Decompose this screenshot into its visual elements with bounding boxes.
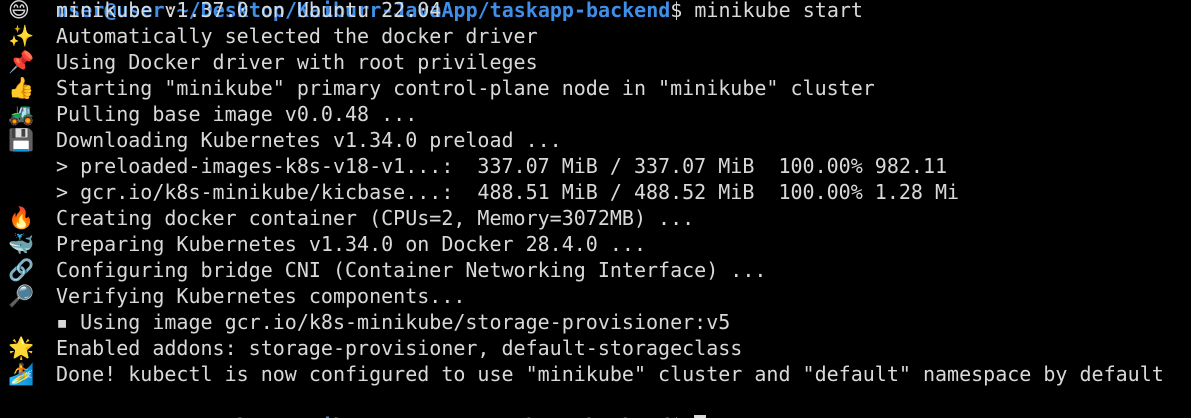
output-line: 😄 minikube v1.37.0 on Ubuntu 22.04 bbox=[8, 0, 441, 23]
output-line-text: minikube v1.37.0 on Ubuntu 22.04 bbox=[56, 0, 442, 22]
output-line: ▪ Using image gcr.io/k8s-minikube/storag… bbox=[8, 309, 730, 335]
output-line: 💾 Downloading Kubernetes v1.34.0 preload … bbox=[8, 127, 562, 153]
output-line-text: Preparing Kubernetes v1.34.0 on Docker 2… bbox=[56, 232, 647, 256]
output-line-text: Verifying Kubernetes components... bbox=[56, 284, 466, 308]
prompt-path: ~/Desktop/Kaiburr-JavaApp/taskapp-backen… bbox=[177, 414, 671, 418]
prompt-symbol: $ bbox=[670, 0, 683, 22]
output-line: 🐳 Preparing Kubernetes v1.34.0 on Docker … bbox=[8, 231, 646, 257]
prompt-user: user@user bbox=[56, 414, 164, 418]
output-line-text: Enabled addons: storage-provisioner, def… bbox=[56, 336, 743, 360]
terminal-window[interactable]: user@user:~/Desktop/Kaiburr-JavaApp/task… bbox=[0, 0, 1191, 418]
output-line: 🚜 Pulling base image v0.0.48 ... bbox=[8, 101, 417, 127]
output-line-text: Starting "minikube" primary control-plan… bbox=[56, 76, 875, 100]
output-line-text: Pulling base image v0.0.48 ... bbox=[56, 102, 418, 126]
output-line-text: > preloaded-images-k8s-v18-v1...: 337.07… bbox=[56, 154, 948, 178]
floppy-disk-icon: 💾 bbox=[8, 128, 35, 152]
output-line: 🏄 Done! kubectl is now configured to use … bbox=[8, 361, 1164, 387]
output-line-text: ▪ Using image gcr.io/k8s-minikube/storag… bbox=[56, 310, 731, 334]
output-line-text: Done! kubectl is now configured to use "… bbox=[56, 362, 1164, 386]
prompt-symbol: $ bbox=[670, 414, 682, 418]
output-line-text: Creating docker container (CPUs=2, Memor… bbox=[56, 206, 695, 230]
output-line-text: Using Docker driver with root privileges bbox=[56, 50, 538, 74]
output-line: 🔗 Configuring bridge CNI (Container Netwo… bbox=[8, 257, 766, 283]
thumbs-up-icon: 👍 bbox=[8, 76, 35, 100]
whale-icon: 🐳 bbox=[8, 232, 35, 256]
active-prompt-line[interactable]: user@user:~/Desktop/Kaiburr-JavaApp/task… bbox=[8, 387, 707, 418]
output-line-text: Downloading Kubernetes v1.34.0 preload .… bbox=[56, 128, 562, 152]
tractor-icon: 🚜 bbox=[8, 102, 35, 126]
output-line-text: Configuring bridge CNI (Container Networ… bbox=[56, 258, 767, 282]
pushpin-icon: 📌 bbox=[8, 50, 35, 74]
output-line: 👍 Starting "minikube" primary control-pla… bbox=[8, 75, 875, 101]
surfer-icon: 🏄 bbox=[8, 362, 35, 386]
output-line: 📌 Using Docker driver with root privilege… bbox=[8, 49, 538, 75]
output-line: 🔎 Verifying Kubernetes components... bbox=[8, 283, 465, 309]
output-line-text: > gcr.io/k8s-minikube/kicbase...: 488.51… bbox=[56, 180, 960, 204]
magnifier-icon: 🔎 bbox=[8, 284, 35, 308]
output-line: 🌟 Enabled addons: storage-provisioner, de… bbox=[8, 335, 742, 361]
sparkles-icon: ✨ bbox=[8, 24, 35, 48]
smile-icon: 😄 bbox=[8, 0, 30, 22]
glowing-star-icon: 🌟 bbox=[8, 336, 35, 360]
fire-icon: 🔥 bbox=[8, 206, 35, 230]
output-line: > gcr.io/k8s-minikube/kicbase...: 488.51… bbox=[8, 179, 959, 205]
output-line: ✨ Automatically selected the docker drive… bbox=[8, 23, 538, 49]
output-line: 🔥 Creating docker container (CPUs=2, Memo… bbox=[8, 205, 694, 231]
output-line-text: Automatically selected the docker driver bbox=[56, 24, 538, 48]
prompt-separator: : bbox=[165, 414, 177, 418]
output-line: > preloaded-images-k8s-v18-v1...: 337.07… bbox=[8, 153, 947, 179]
command-text: minikube start bbox=[682, 0, 863, 22]
link-icon: 🔗 bbox=[8, 258, 35, 282]
